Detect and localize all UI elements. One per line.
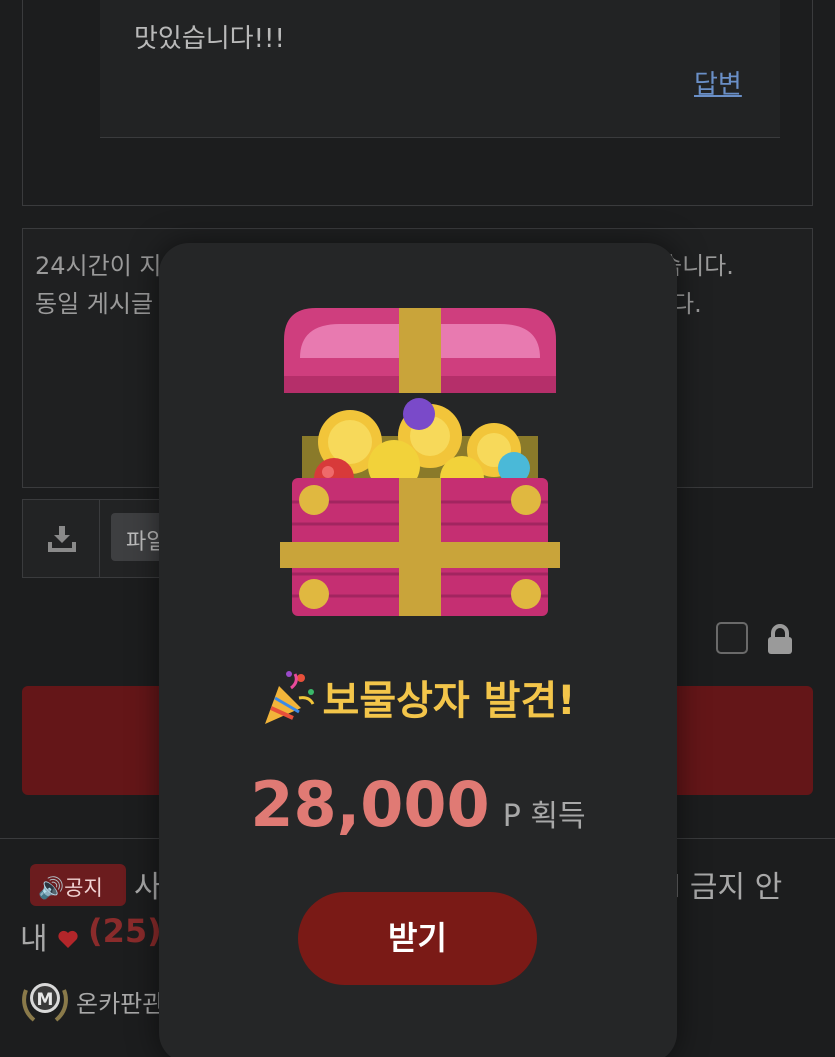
author-name: 온카판관 <box>76 990 165 1018</box>
secret-checkbox[interactable] <box>716 622 748 654</box>
reply-text: 맛있습니다!!! <box>134 24 285 54</box>
author-level-badge-icon: M <box>22 983 68 1022</box>
claim-button[interactable]: 받기 <box>298 892 537 985</box>
modal-title-text: 보물상자 발견! <box>322 678 576 724</box>
svg-text:M: M <box>37 990 54 1010</box>
heart-icon <box>58 930 78 948</box>
reward-line: 28,000 P 획득 <box>159 768 677 841</box>
notice-title-end: l 금지 안 <box>672 870 783 905</box>
download-icon <box>48 526 76 552</box>
like-count: (25) <box>88 912 162 950</box>
reward-unit: P 획득 <box>502 799 586 834</box>
treasure-chest-icon <box>280 308 560 616</box>
lock-icon <box>768 624 792 654</box>
notice-badge: 🔊공지 <box>30 864 126 906</box>
reward-amount: 28,000 <box>250 768 490 841</box>
modal-title: 보물상자 발견! <box>159 668 677 726</box>
editor-notice-line-2: 동일 게시글 <box>35 290 154 318</box>
party-popper-icon <box>264 671 314 724</box>
notice-title-line-2: 내 <box>20 922 48 957</box>
reply-link[interactable]: 답변 <box>694 64 742 101</box>
notice-title-start: 사 <box>134 870 162 905</box>
editor-notice-line-1: 24시간이 지 <box>35 252 162 280</box>
